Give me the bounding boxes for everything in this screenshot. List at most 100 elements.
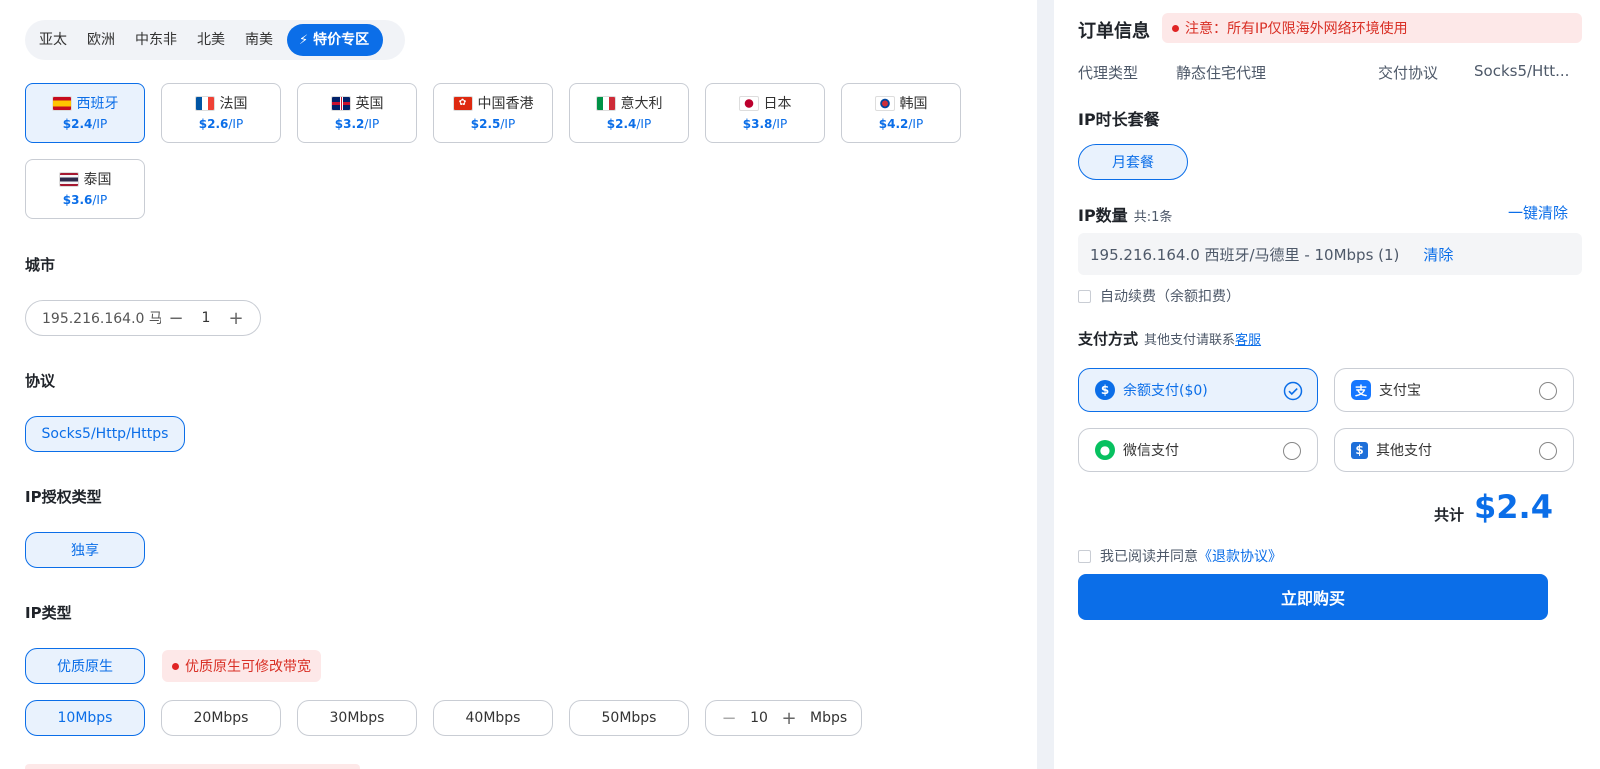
country-card-italy[interactable]: 意大利 $2.4/IP — [569, 83, 689, 143]
total-label: 共计 — [1434, 506, 1465, 524]
bandwidth-10[interactable]: 10Mbps — [25, 700, 145, 736]
tab-special-label: 特价专区 — [313, 32, 370, 48]
ip-quantity-title: IP数量 共:1条 — [1078, 202, 1172, 226]
tab-north-america[interactable]: 北美 — [187, 24, 235, 56]
order-title: 订单信息 — [1078, 21, 1150, 42]
duration-title: IP时长套餐 — [1078, 110, 1160, 129]
pay-alipay-option[interactable]: 支 支付宝 — [1334, 368, 1574, 412]
country-card-france[interactable]: 法国 $2.6/IP — [161, 83, 281, 143]
bandwidth-50[interactable]: 50Mbps — [569, 700, 689, 736]
payment-label: 支付方式 — [1078, 330, 1139, 348]
payment-note-text: 其他支付请联系 — [1144, 333, 1236, 348]
country-price: $2.4 — [606, 117, 637, 131]
warning-text: 优质原生可修改带宽 — [185, 659, 311, 675]
pay-balance-option[interactable]: $ 余额支付($0) — [1078, 368, 1318, 412]
price-unit: /IP — [364, 117, 380, 131]
checkbox-icon — [1078, 549, 1091, 563]
price-unit: /IP — [500, 117, 516, 131]
radio-icon — [1283, 442, 1301, 460]
price-unit: /IP — [636, 117, 652, 131]
auto-renew-checkbox[interactable]: 自动续费（余额扣费） — [1078, 286, 1240, 306]
delivery-protocol-label: 交付协议 — [1378, 64, 1439, 82]
ip-quantity-label: IP数量 — [1078, 206, 1128, 225]
tab-middle-east-africa[interactable]: 中东非 — [125, 24, 187, 56]
protocol-option[interactable]: Socks5/Http/Https — [25, 416, 185, 452]
dot-icon — [1172, 24, 1179, 32]
duration-monthly-option[interactable]: 月套餐 — [1078, 144, 1188, 180]
ip-type-option[interactable]: 优质原生 — [25, 648, 145, 684]
country-card-japan[interactable]: 日本 $3.8/IP — [705, 83, 825, 143]
tab-south-america[interactable]: 南美 — [235, 24, 283, 56]
uk-flag-icon — [330, 95, 351, 111]
ip-line-text: 195.216.164.0 西班牙/马德里 - 10Mbps (1) — [1090, 245, 1400, 264]
ip-line-clear-link[interactable]: 清除 — [1423, 244, 1453, 265]
city-value[interactable]: 195.216.164.0 马... — [26, 308, 161, 328]
ip-type-title: IP类型 — [25, 604, 72, 622]
tab-special-offers[interactable]: ⚡ 特价专区 — [287, 24, 384, 56]
city-quantity[interactable]: 1 — [191, 310, 221, 326]
price-unit: /IP — [908, 117, 924, 131]
bandwidth-30[interactable]: 30Mbps — [297, 700, 417, 736]
city-stepper: 195.216.164.0 马... − 1 + — [25, 300, 261, 336]
bandwidth-warning-badge: 优质原生可修改带宽 — [162, 650, 321, 682]
plus-icon[interactable]: + — [774, 708, 804, 729]
agree-prefix: 我已阅读并同意 — [1100, 549, 1198, 565]
price-unit: /IP — [228, 117, 244, 131]
refund-policy-link[interactable]: 《退款协议》 — [1198, 546, 1282, 566]
price-unit: /IP — [772, 117, 788, 131]
auth-type-title: IP授权类型 — [25, 488, 102, 506]
country-name: 泰国 — [83, 172, 112, 188]
spain-flag-icon — [51, 95, 72, 111]
price-unit: /IP — [92, 193, 108, 207]
country-name: 西班牙 — [76, 96, 119, 112]
country-name: 法国 — [219, 96, 248, 112]
bandwidth-20[interactable]: 20Mbps — [161, 700, 281, 736]
config-panel: 亚太 欧洲 中东非 北美 南美 ⚡ 特价专区 西班牙 $2.4/IP 法国 $2.… — [0, 0, 1037, 769]
pay-other-option[interactable]: $ 其他支付 — [1334, 428, 1574, 472]
plus-icon[interactable]: + — [221, 308, 251, 329]
clear-all-link[interactable]: 一键清除 — [1508, 202, 1568, 223]
auth-type-option[interactable]: 独享 — [25, 532, 145, 568]
country-card-spain[interactable]: 西班牙 $2.4/IP — [25, 83, 145, 143]
payment-title: 支付方式 其他支付请联系客服 — [1078, 328, 1261, 349]
country-price: $3.2 — [334, 117, 365, 131]
bandwidth-40[interactable]: 40Mbps — [433, 700, 553, 736]
alipay-icon: 支 — [1351, 380, 1371, 400]
france-flag-icon — [194, 95, 215, 111]
ip-quantity-count: 共:1条 — [1133, 210, 1173, 225]
dot-icon — [172, 662, 179, 670]
country-card-hongkong[interactable]: ✿ 中国香港 $2.5/IP — [433, 83, 553, 143]
country-price: $4.2 — [878, 117, 909, 131]
bottom-banner-edge — [25, 764, 360, 769]
country-name: 日本 — [763, 96, 792, 112]
auto-renew-label: 自动续费（余额扣费） — [1100, 289, 1240, 305]
bandwidth-custom-value[interactable]: 10 — [744, 710, 774, 726]
tab-europe[interactable]: 欧洲 — [77, 24, 125, 56]
italy-flag-icon — [595, 95, 616, 111]
country-card-korea[interactable]: 韩国 $4.2/IP — [841, 83, 961, 143]
japan-flag-icon — [738, 95, 759, 111]
bolt-icon: ⚡ — [299, 33, 309, 48]
pay-wechat-option[interactable]: ● 微信支付 — [1078, 428, 1318, 472]
minus-icon[interactable]: − — [714, 708, 744, 729]
customer-service-link[interactable]: 客服 — [1235, 333, 1261, 348]
country-name: 中国香港 — [477, 96, 534, 112]
buy-now-button[interactable]: 立即购买 — [1078, 574, 1548, 620]
country-card-thailand[interactable]: 泰国 $3.6/IP — [25, 159, 145, 219]
pay-wechat-label: 微信支付 — [1123, 443, 1179, 459]
agree-refund-checkbox[interactable]: 我已阅读并同意 《退款协议》 — [1078, 546, 1282, 566]
country-price: $3.6 — [62, 193, 93, 207]
korea-flag-icon — [874, 95, 895, 111]
proxy-type-label: 代理类型 — [1078, 64, 1139, 82]
payment-note: 其他支付请联系客服 — [1144, 333, 1261, 348]
radio-icon — [1539, 442, 1557, 460]
price-unit: /IP — [92, 117, 108, 131]
thailand-flag-icon — [58, 171, 79, 187]
minus-icon[interactable]: − — [161, 308, 191, 329]
radio-icon — [1539, 382, 1557, 400]
delivery-protocol-value: Socks5/Htt... — [1474, 62, 1570, 80]
order-panel: 订单信息 注意：所有IP仅限海外网络环境使用 代理类型 静态住宅代理 交付协议 … — [1054, 0, 1600, 769]
tab-asia-pacific[interactable]: 亚太 — [29, 24, 77, 56]
country-card-uk[interactable]: 英国 $3.2/IP — [297, 83, 417, 143]
total-price: $2.4 — [1474, 488, 1553, 526]
